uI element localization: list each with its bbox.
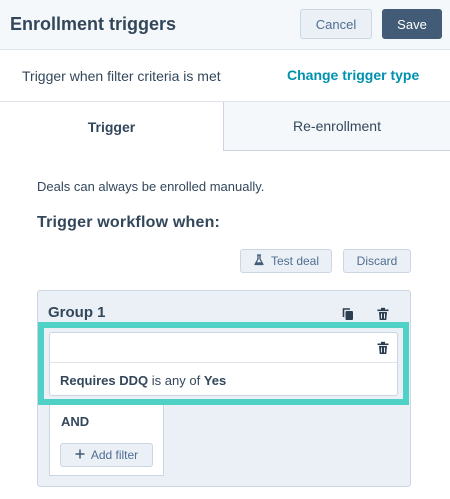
and-label: AND: [61, 414, 90, 429]
trash-icon[interactable]: [374, 339, 392, 357]
filter-card[interactable]: Requires DDQ is any of Yes: [49, 332, 398, 396]
save-button[interactable]: Save: [382, 9, 442, 39]
plus-icon: [75, 448, 85, 462]
section-title: Trigger workflow when:: [37, 214, 221, 231]
panel-title: Enrollment triggers: [10, 14, 177, 34]
tab-re-enrollment[interactable]: Re-enrollment: [224, 102, 450, 151]
copy-icon[interactable]: [339, 305, 357, 323]
group-title: Group 1: [48, 304, 106, 321]
flask-icon: [253, 253, 265, 269]
trigger-type-text: Trigger when filter criteria is met: [22, 68, 221, 84]
trigger-type-row: Trigger when filter criteria is met Chan…: [0, 51, 450, 102]
filter-property: Requires DDQ: [60, 373, 149, 388]
filter-criteria[interactable]: Requires DDQ is any of Yes: [60, 373, 226, 388]
filter-value: Yes: [203, 373, 227, 388]
tab-bar: Trigger Re-enrollment: [0, 102, 450, 151]
tab-trigger[interactable]: Trigger: [0, 102, 224, 151]
cancel-button[interactable]: Cancel: [300, 9, 372, 39]
panel-header: Enrollment triggers Cancel Save: [0, 0, 450, 50]
add-filter-button[interactable]: Add filter: [60, 443, 153, 467]
filter-operator: is any of: [151, 373, 201, 388]
trash-icon[interactable]: [374, 305, 392, 323]
test-deal-button[interactable]: Test deal: [240, 249, 332, 273]
change-trigger-type-link[interactable]: Change trigger type: [287, 67, 419, 83]
filter-card-toolbar: [50, 333, 397, 363]
manual-enrollment-note: Deals can always be enrolled manually.: [37, 179, 265, 194]
discard-button[interactable]: Discard: [343, 249, 411, 273]
test-deal-label: Test deal: [270, 254, 320, 268]
add-filter-label: Add filter: [90, 448, 139, 462]
